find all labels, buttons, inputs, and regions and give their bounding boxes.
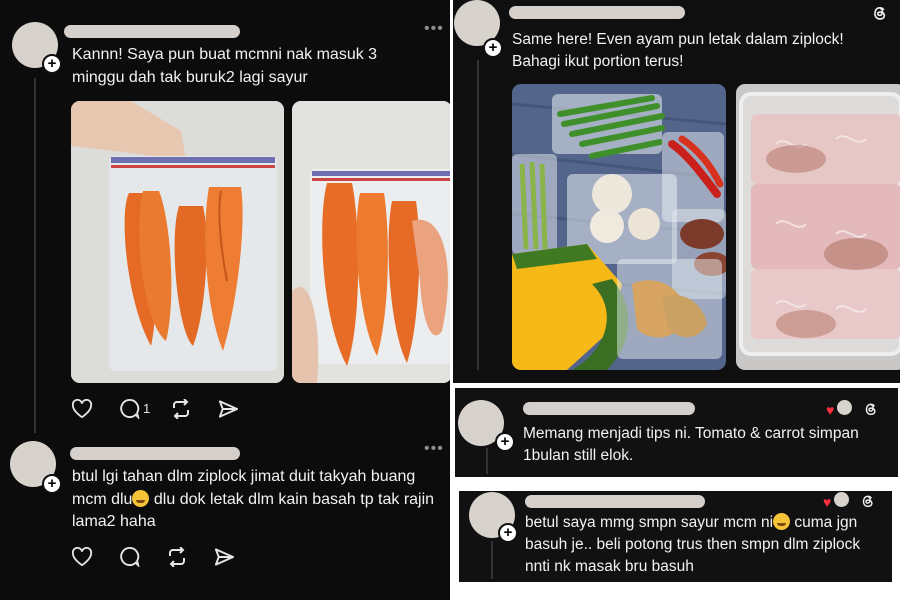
repost-button[interactable]	[166, 546, 188, 567]
reply-panel: + ♥ betul saya mmg smpn sayur mcm ni cum…	[459, 491, 892, 582]
liked-heart-icon: ♥	[826, 402, 835, 418]
follow-plus-icon[interactable]: +	[495, 432, 515, 452]
liker-avatar	[837, 400, 852, 415]
chicken-container-image	[736, 84, 900, 370]
left-thread-panel: + ••• Kannn! Saya pun buat mcmni nak mas…	[0, 0, 450, 600]
thread-line	[486, 448, 488, 474]
threads-logo-icon	[862, 495, 873, 508]
comment-icon	[120, 398, 140, 419]
send-icon	[214, 547, 235, 566]
follow-plus-icon[interactable]: +	[483, 38, 503, 58]
heart-icon	[71, 398, 93, 418]
like-button[interactable]	[71, 546, 93, 567]
redacted-username	[523, 402, 695, 415]
grinning-sweat-emoji-icon	[132, 489, 150, 507]
vegetable-bags-image	[512, 84, 726, 370]
carrot-photo[interactable]	[71, 101, 284, 383]
threads-logo-icon	[865, 403, 876, 416]
repost-button[interactable]	[170, 398, 192, 419]
reply-count: 1	[143, 401, 151, 416]
redacted-username	[509, 6, 685, 19]
post-text: btul lgi tahan dlm ziplock jimat duit ta…	[72, 466, 437, 534]
post-text-part: betul saya mmg smpn sayur mcm ni	[525, 514, 774, 531]
like-button[interactable]	[71, 398, 93, 419]
send-icon	[219, 399, 239, 418]
redacted-username	[525, 495, 705, 508]
share-button[interactable]	[214, 547, 235, 567]
carrot-photo[interactable]	[292, 101, 450, 383]
share-button[interactable]	[218, 399, 239, 419]
liked-heart-icon: ♥	[823, 494, 832, 510]
reply-panel: + ♥ Memang menjadi tips ni. Tomato & car…	[455, 388, 898, 477]
follow-plus-icon[interactable]: +	[42, 54, 62, 74]
post-text: Memang menjadi tips ni. Tomato & carrot …	[523, 425, 859, 464]
vegetable-bags-photo[interactable]	[512, 84, 726, 370]
post-text: Kannn! Saya pun buat mcmni nak masuk 3 m…	[72, 46, 378, 86]
repost-icon	[169, 546, 185, 567]
follow-plus-icon[interactable]: +	[498, 523, 518, 543]
grimacing-emoji-icon	[773, 513, 791, 530]
liker-avatar	[834, 492, 849, 507]
chicken-container-photo[interactable]	[736, 84, 900, 370]
thread-line	[34, 78, 36, 433]
redacted-username	[64, 25, 240, 38]
threads-logo-icon	[874, 7, 886, 20]
thread-line	[477, 60, 479, 370]
carrot-bag-image	[71, 101, 284, 383]
post-text: Same here! Even ayam pun letak dalam zip…	[512, 31, 844, 70]
thread-line	[491, 541, 493, 579]
right-post-panel: + Same here! Even ayam pun letak dalam z…	[453, 0, 900, 383]
post-text: betul saya mmg smpn sayur mcm ni cuma jg…	[525, 512, 885, 578]
repost-icon	[173, 398, 190, 419]
post-actions	[71, 546, 261, 567]
more-options-icon[interactable]: •••	[424, 20, 444, 38]
carrot-bag-image	[292, 101, 450, 383]
follow-plus-icon[interactable]: +	[42, 474, 62, 494]
more-options-icon[interactable]: •••	[424, 440, 444, 458]
reply-button[interactable]: 1	[119, 398, 150, 419]
heart-icon	[71, 546, 93, 566]
reply-button[interactable]	[119, 546, 140, 567]
comment-icon	[120, 546, 140, 567]
post-actions: 1	[71, 398, 265, 419]
redacted-username	[70, 447, 240, 460]
